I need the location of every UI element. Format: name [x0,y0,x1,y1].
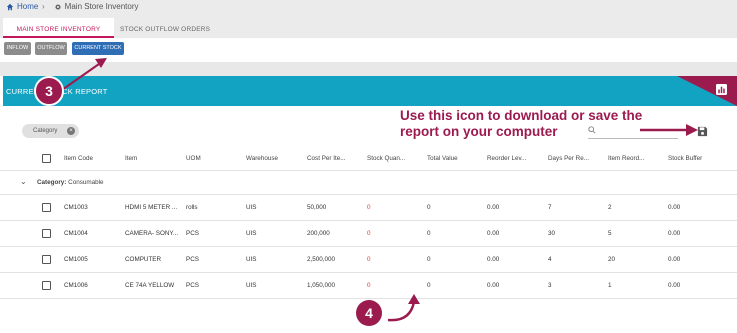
cell-total-value: 0 [427,282,431,289]
cell-total-value: 0 [427,204,431,211]
breadcrumb-current: › Main Store Inventory [42,2,138,11]
cell-uom: PCS [186,282,199,289]
cell-stock-buffer: 0.00 [668,256,681,263]
cell-item-code: CM1004 [64,230,88,237]
home-icon [6,3,14,10]
annotation-arrow-save [640,124,698,136]
chevron-down-icon[interactable]: ⌄ [20,177,27,186]
cell-cost: 200,000 [307,230,330,237]
cell-stock-buffer: 0.00 [668,230,681,237]
cell-item-code: CM1005 [64,256,88,263]
category-chip-label: Category [33,128,58,134]
cell-stock-qty: 0 [367,256,371,263]
table-row[interactable]: CM1005 COMPUTER PCS UIS 2,500,000 0 0 0.… [0,247,737,273]
column-header[interactable]: Item Reord... [608,155,660,162]
cell-days-per-reorder: 4 [548,256,552,263]
cell-item-reorder: 1 [608,282,612,289]
cell-stock-qty: 0 [367,204,371,211]
cell-reorder-level: 0.00 [487,204,500,211]
chevron-right-icon: › [42,2,45,11]
table-row[interactable]: CM1003 HDMI 5 METER ... rolls UIS 50,000… [0,195,737,221]
cell-item-code: CM1006 [64,282,88,289]
column-header[interactable]: Item Code [64,155,119,162]
cell-warehouse: UIS [246,282,257,289]
cell-stock-buffer: 0.00 [668,282,681,289]
cell-item-code: CM1003 [64,204,88,211]
annotation-arrow-step4 [387,294,420,322]
cell-total-value: 0 [427,230,431,237]
cell-item: HDMI 5 METER ... [125,204,178,211]
current-stock-button[interactable]: CURRENT STOCK [72,42,124,55]
group-label: Category: Consumable [37,179,104,186]
cell-cost: 50,000 [307,204,327,211]
cell-uom: PCS [186,230,199,237]
breadcrumb-bar: Home › Main Store Inventory [0,0,737,18]
cell-warehouse: UIS [246,204,257,211]
cell-item: COMPUTER [125,256,162,263]
breadcrumb-home-label: Home [17,2,39,11]
group-prefix: Category: [37,179,67,186]
column-header[interactable]: Stock Buffer [668,155,723,162]
cell-reorder-level: 0.00 [487,256,500,263]
cell-warehouse: UIS [246,256,257,263]
row-checkbox[interactable] [42,229,51,238]
outflow-button[interactable]: OUTFLOW [35,42,67,55]
cell-reorder-level: 0.00 [487,282,500,289]
chart-toggle-background [677,76,737,106]
table-row[interactable]: CM1004 CAMERA- SONY... PCS UIS 200,000 0… [0,221,737,247]
close-icon[interactable]: × [67,127,75,135]
row-checkbox[interactable] [42,281,51,290]
annotation-arrow-step3 [58,58,107,93]
cell-days-per-reorder: 30 [548,230,556,237]
breadcrumb-current-label: Main Store Inventory [64,2,139,11]
cell-total-value: 0 [427,256,431,263]
column-header[interactable]: Warehouse [246,155,301,162]
column-header[interactable]: Stock Quan... [367,155,419,162]
row-checkbox[interactable] [42,203,51,212]
gear-icon [55,3,61,10]
cell-cost: 1,050,000 [307,282,336,289]
cell-warehouse: UIS [246,230,257,237]
cell-item: CAMERA- SONY... [125,230,179,237]
column-header[interactable]: Cost Per Ite... [307,155,359,162]
cell-item-reorder: 5 [608,230,612,237]
cell-days-per-reorder: 7 [548,204,552,211]
tab-main-store-inventory[interactable]: MAIN STORE INVENTORY [3,18,114,38]
step-3-badge: 3 [34,76,64,106]
table-row[interactable]: CM1006 CE 74A YELLOW PCS UIS 1,050,000 0… [0,273,737,299]
cell-stock-qty: 0 [367,230,371,237]
inflow-button[interactable]: INFLOW [4,42,31,55]
cell-stock-qty: 0 [367,282,371,289]
breadcrumb-home[interactable]: Home [6,2,38,11]
row-checkbox[interactable] [42,255,51,264]
cell-item: CE 74A YELLOW [125,282,175,289]
group-value: Consumable [68,179,104,186]
column-header[interactable]: Total Value [427,155,479,162]
select-all-checkbox[interactable] [42,154,51,163]
cell-cost: 2,500,000 [307,256,336,263]
column-header[interactable]: Days Per Re... [548,155,600,162]
cell-item-reorder: 2 [608,204,612,211]
cell-reorder-level: 0.00 [487,230,500,237]
table-header: Item Code Item UOM Warehouse Cost Per It… [0,148,737,171]
tab-bar: MAIN STORE INVENTORY STOCK OUTFLOW ORDER… [0,18,737,38]
column-header[interactable]: Reorder Lev... [487,155,539,162]
annotation-text: Use this icon to download or save the re… [400,108,643,139]
column-header[interactable]: Item [125,155,180,162]
tab-stock-outflow-orders[interactable]: STOCK OUTFLOW ORDERS [120,18,210,38]
column-header[interactable]: UOM [186,155,241,162]
bar-chart-icon[interactable] [716,84,727,95]
category-filter-chip[interactable]: Category × [22,124,79,138]
cell-item-reorder: 20 [608,256,616,263]
step-4-badge: 4 [356,300,382,326]
cell-stock-buffer: 0.00 [668,204,681,211]
group-row[interactable]: ⌄ Category: Consumable [0,172,737,195]
cell-days-per-reorder: 3 [548,282,552,289]
cell-uom: PCS [186,256,199,263]
cell-uom: rolls [186,204,198,211]
